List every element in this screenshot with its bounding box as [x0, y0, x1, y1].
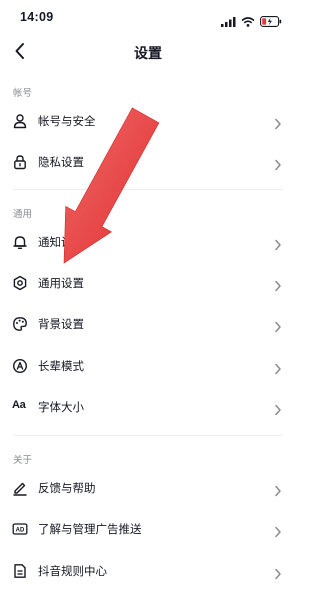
chevron-right-icon	[274, 277, 282, 292]
divider	[13, 189, 283, 190]
settings-item-background[interactable]: 背景设置	[0, 304, 296, 344]
ad-icon-text: AD	[16, 527, 25, 533]
chevron-right-icon	[274, 318, 282, 333]
signal-icon	[221, 12, 236, 31]
settings-item-rules-center[interactable]: 抖音规则中心	[0, 551, 296, 591]
section-title-account: 帐号	[13, 88, 33, 99]
person-icon	[12, 113, 28, 129]
ad-icon: AD	[12, 521, 28, 537]
section-title-general: 通用	[13, 209, 33, 220]
chevron-right-icon	[274, 401, 282, 416]
status-time: 14:09	[20, 10, 54, 24]
settings-item-label: 了解与管理广告推送	[38, 522, 142, 536]
chevron-right-icon	[274, 360, 282, 375]
chevron-right-icon	[274, 565, 282, 580]
chevron-right-icon	[274, 236, 282, 251]
document-icon	[12, 563, 28, 579]
settings-item-elder-mode[interactable]: 长辈模式	[0, 346, 296, 386]
settings-item-label: 通用设置	[38, 276, 84, 290]
chevron-right-icon	[274, 482, 282, 497]
settings-item-feedback[interactable]: 反馈与帮助	[0, 468, 296, 508]
pen-icon	[12, 480, 28, 496]
settings-item-ad-management[interactable]: AD 了解与管理广告推送	[0, 509, 296, 549]
settings-item-label: 抖音规则中心	[38, 564, 107, 578]
chevron-right-icon	[274, 115, 282, 130]
palette-icon	[12, 316, 28, 332]
section-title-about: 关于	[13, 455, 33, 466]
settings-item-label: 反馈与帮助	[38, 481, 96, 495]
chevron-right-icon	[274, 156, 282, 171]
elder-mode-icon	[12, 358, 28, 374]
settings-item-label: 帐号与安全	[38, 114, 96, 128]
nav-bar: 设置	[0, 34, 296, 72]
gear-icon	[12, 275, 28, 291]
wifi-icon	[241, 12, 255, 31]
status-bar: 14:09	[0, 0, 296, 34]
settings-item-font-size[interactable]: Aa 字体大小	[0, 387, 296, 427]
lock-icon	[12, 154, 28, 170]
status-icons	[221, 12, 282, 31]
settings-item-privacy[interactable]: 隐私设置	[0, 142, 296, 182]
divider	[13, 435, 283, 436]
settings-item-label: 长辈模式	[38, 359, 84, 373]
settings-item-label: 字体大小	[38, 400, 84, 414]
battery-icon	[260, 12, 282, 31]
settings-item-notifications[interactable]: 通知设置	[0, 222, 296, 262]
settings-item-account-security[interactable]: 帐号与安全	[0, 101, 296, 141]
page-title: 设置	[134, 46, 162, 62]
chevron-right-icon	[274, 523, 282, 538]
settings-item-general[interactable]: 通用设置	[0, 263, 296, 303]
settings-item-label: 通知设置	[38, 235, 84, 249]
settings-item-label: 背景设置	[38, 317, 84, 331]
font-size-icon: Aa	[12, 399, 26, 411]
bell-icon	[12, 234, 28, 250]
settings-item-label: 隐私设置	[38, 155, 84, 169]
